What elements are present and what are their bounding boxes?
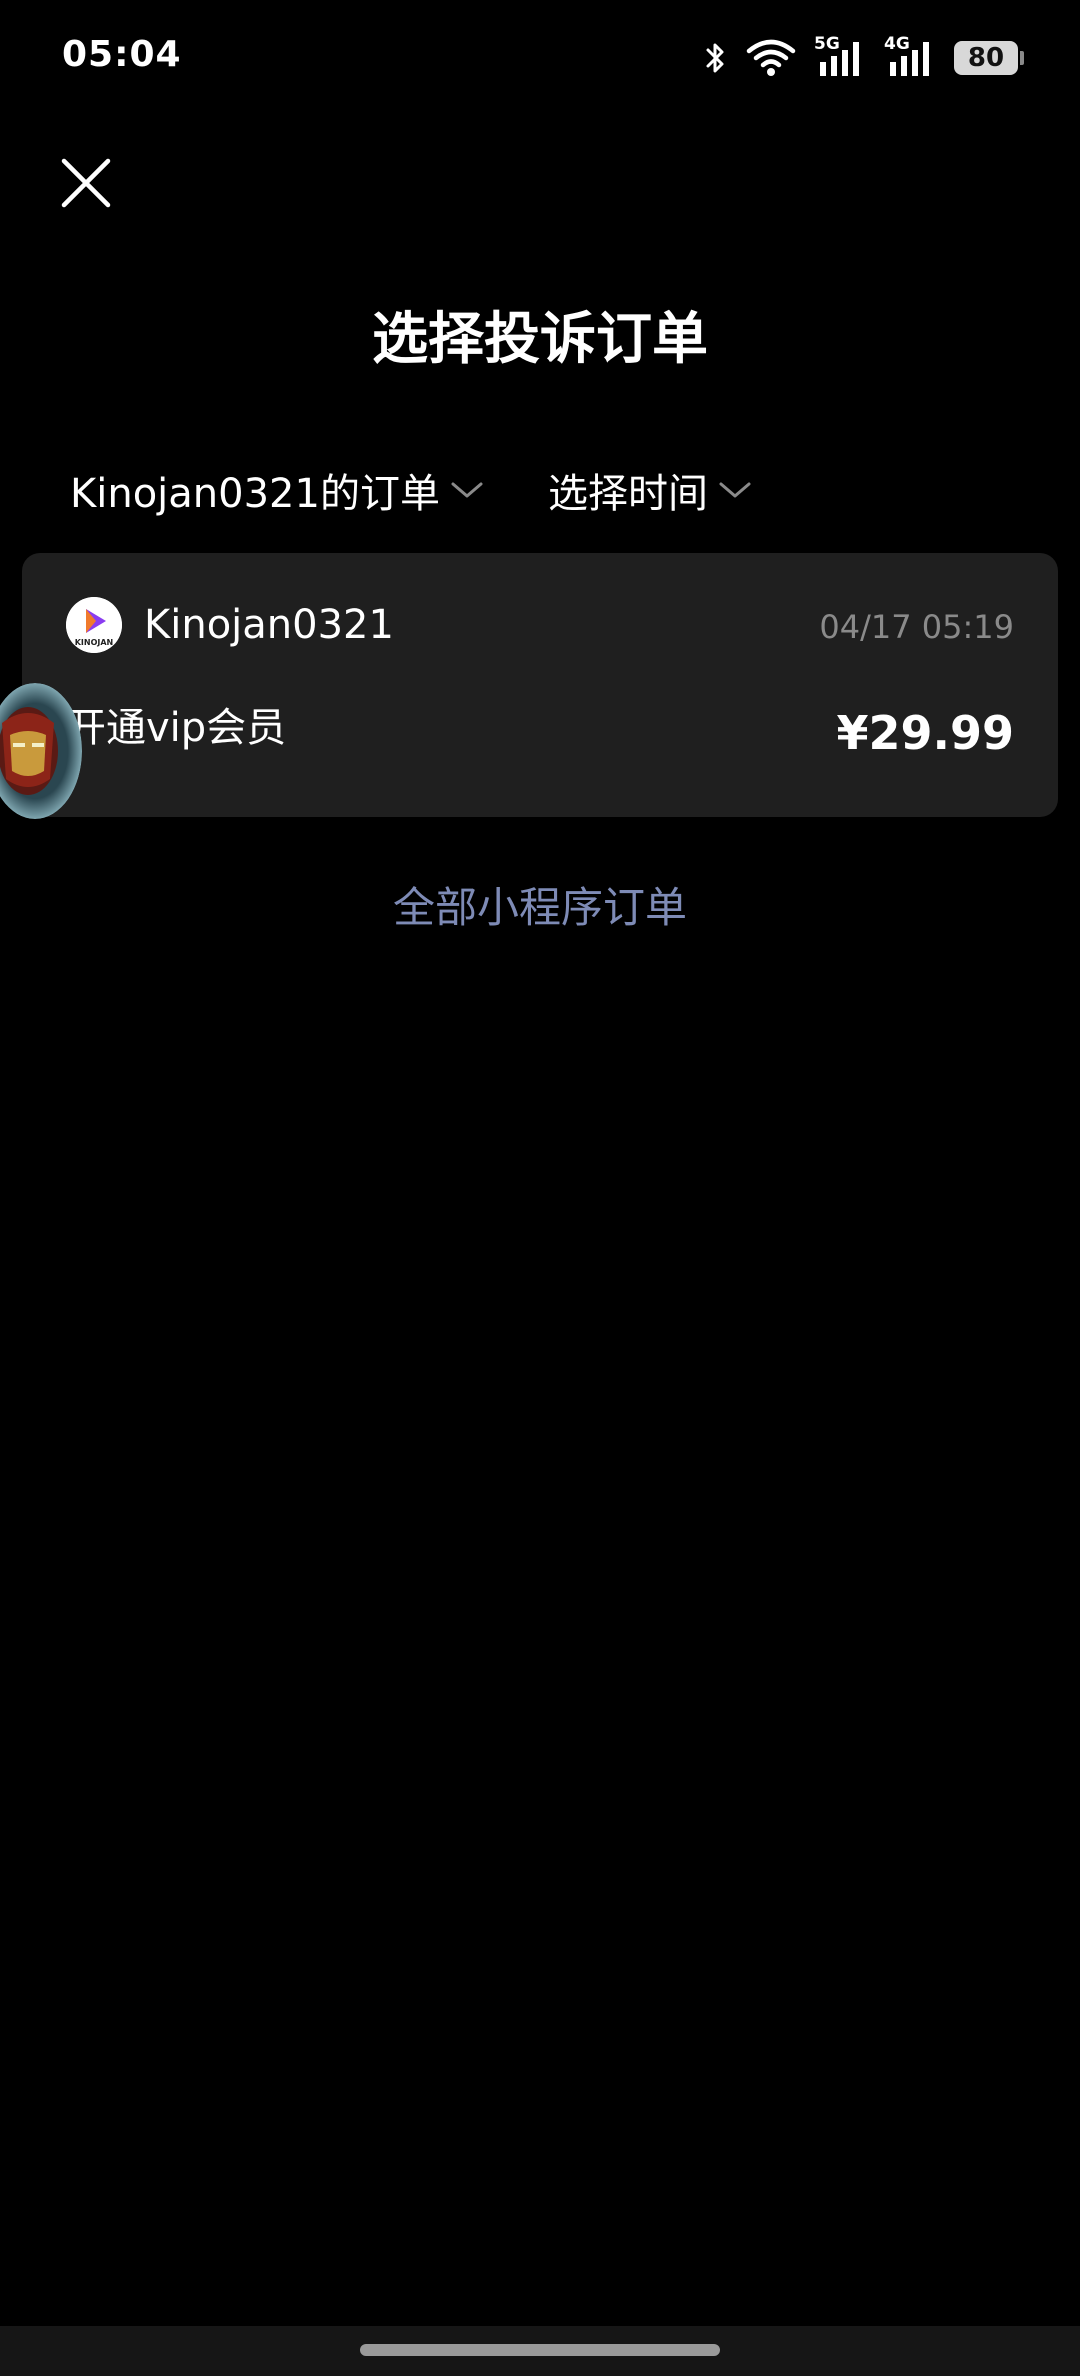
status-time: 05:04 [62,34,182,75]
order-price: ¥29.99 [836,706,1014,760]
battery-level: 80 [967,43,1005,73]
all-mini-program-orders-link[interactable]: 全部小程序订单 [0,880,1080,936]
merchant-name: Kinojan0321 [144,602,394,648]
time-filter-label: 选择时间 [547,471,708,517]
close-icon [61,158,111,208]
home-indicator[interactable] [360,2344,720,2356]
chevron-down-icon [451,482,483,498]
chevron-down-icon [719,482,751,498]
page-title: 选择投诉订单 [372,307,708,372]
close-button[interactable] [58,155,114,211]
account-filter-label: Kinojan0321的订单 [70,471,440,517]
signal-5g-icon: 5G [814,34,866,78]
order-time: 04/17 05:19 [819,608,1014,646]
battery-icon: 80 [954,41,1024,75]
time-filter-dropdown[interactable]: 选择时间 [548,461,752,519]
order-card[interactable]: KINOJAN Kinojan0321 04/17 05:19 开通vip会员 … [22,553,1058,817]
filter-row: Kinojan0321的订单 选择时间 [70,455,752,525]
order-description: 开通vip会员 [66,705,287,751]
signal-4g-icon: 4G [884,34,936,78]
status-bar: 05:04 5G 4G 80 [0,0,1080,110]
merchant-logo: KINOJAN [66,597,122,653]
account-filter-dropdown[interactable]: Kinojan0321的订单 [70,461,484,519]
bluetooth-icon [704,40,728,76]
status-icons: 5G 4G 80 [704,34,1024,80]
merchant-logo-text: KINOJAN [75,638,114,647]
wifi-icon [746,39,796,77]
gesture-bar [0,2326,1080,2376]
